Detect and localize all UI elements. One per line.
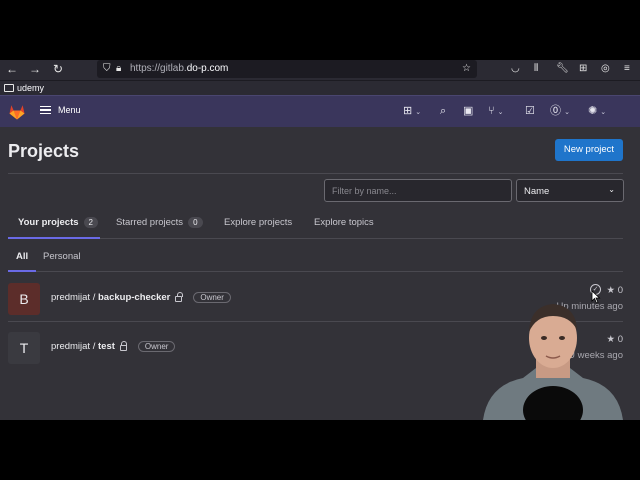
address-bar[interactable]: ⛉ 🔒︎ https://gitlab.do-p.com ☆ [97, 60, 477, 78]
user-avatar-icon[interactable]: ✺ ⌄ [588, 105, 606, 119]
gitlab-header: Menu ⊞ ⌄ ⌕ ▣ ⑂ ⌄ ☑ ⓪ ⌄ ✺ ⌄ [0, 95, 640, 127]
tab-explore-projects[interactable]: Explore projects [224, 217, 292, 228]
filter-by-name-input[interactable]: Filter by name... [324, 179, 512, 202]
project-namespace: predmijat / [51, 292, 98, 303]
menu-label: Menu [58, 105, 81, 115]
tab-starred-projects[interactable]: Starred projects 0 [116, 217, 203, 228]
merge-requests-icon[interactable]: ⑂ ⌄ [488, 105, 504, 119]
issues-icon[interactable]: ▣ [463, 105, 473, 117]
browser-chrome: ← → ↻ ⛉ 🔒︎ https://gitlab.do-p.com ☆ ◡ ⫴… [0, 60, 640, 95]
library-icon[interactable]: ⫴ [534, 63, 538, 75]
private-lock-icon [175, 292, 183, 302]
page-title: Projects [8, 141, 80, 161]
project-namespace: predmijat / [51, 341, 98, 352]
subtab-all[interactable]: All [16, 251, 28, 262]
mouse-cursor [591, 290, 601, 304]
create-new-icon[interactable]: ⊞ ⌄ [403, 105, 421, 119]
forward-icon[interactable]: → [28, 62, 42, 76]
back-icon[interactable]: ← [5, 62, 19, 76]
hamburger-menu-icon[interactable]: ≡ [624, 63, 630, 75]
extension-icon[interactable]: ◎ [601, 63, 610, 75]
role-badge: Owner [137, 341, 176, 352]
filter-placeholder: Filter by name... [332, 186, 397, 196]
bookmarks-bar: udemy [0, 80, 640, 95]
help-icon[interactable]: ⓪ ⌄ [550, 105, 570, 119]
private-lock-icon [119, 341, 128, 351]
bookmark-folder-label: udemy [17, 83, 45, 93]
url-text: https://gitlab.do-p.com [130, 63, 229, 74]
project-name: test [98, 341, 115, 352]
project-subtabs: All Personal [8, 245, 623, 272]
project-name: backup-checker [98, 292, 171, 303]
tab-label: Starred projects [116, 217, 184, 228]
tab-explore-topics[interactable]: Explore topics [314, 217, 374, 228]
project-avatar[interactable]: T [8, 332, 40, 364]
menu-icon [40, 106, 51, 114]
reload-icon[interactable]: ↻ [51, 62, 65, 76]
tab-label: Explore projects [224, 217, 293, 228]
browser-toolbar: ← → ↻ ⛉ 🔒︎ https://gitlab.do-p.com ☆ ◡ ⫴… [0, 60, 640, 78]
active-subtab-indicator [8, 270, 36, 272]
screen: ← → ↻ ⛉ 🔒︎ https://gitlab.do-p.com ☆ ◡ ⫴… [0, 0, 640, 480]
divider [8, 173, 623, 174]
tab-count-badge: 0 [188, 217, 203, 228]
tools-icon[interactable]: 🔧︎ [556, 63, 569, 75]
project-name-link[interactable]: predmijat / test Owner [51, 341, 176, 352]
tab-your-projects[interactable]: Your projects 2 [18, 217, 98, 228]
shield-icon[interactable]: ⛉ [103, 63, 111, 75]
subtab-personal[interactable]: Personal [43, 251, 81, 262]
project-tabs: Your projects 2 Starred projects 0 Explo… [8, 210, 623, 239]
screenshot-icon[interactable]: ⊞ [579, 63, 587, 75]
bookmark-star-icon[interactable]: ☆ [462, 63, 471, 75]
lock-icon[interactable]: 🔒︎ [116, 63, 121, 75]
tab-label: Explore topics [314, 217, 374, 228]
pocket-icon[interactable]: ◡ [511, 63, 520, 75]
role-badge: Owner [193, 292, 231, 303]
project-name-link[interactable]: predmijat / backup-checker Owner [51, 292, 231, 303]
sort-dropdown[interactable]: Name ⌄ [516, 179, 624, 202]
chevron-down-icon: ⌄ [608, 185, 615, 194]
sort-value: Name [524, 186, 550, 197]
project-avatar[interactable]: B [8, 283, 40, 315]
gitlab-logo-icon[interactable] [8, 103, 26, 121]
search-icon[interactable]: ⌕ [440, 105, 446, 117]
folder-icon [4, 84, 14, 92]
todos-icon[interactable]: ☑ [525, 105, 535, 117]
active-tab-indicator [8, 237, 100, 239]
tab-label: Your projects [18, 217, 79, 228]
tab-count-badge: 2 [83, 217, 98, 228]
menu-button[interactable]: Menu [40, 105, 81, 115]
webcam-overlay [483, 304, 623, 420]
bookmark-folder-udemy[interactable]: udemy [4, 83, 44, 93]
new-project-button[interactable]: New project [555, 139, 623, 161]
